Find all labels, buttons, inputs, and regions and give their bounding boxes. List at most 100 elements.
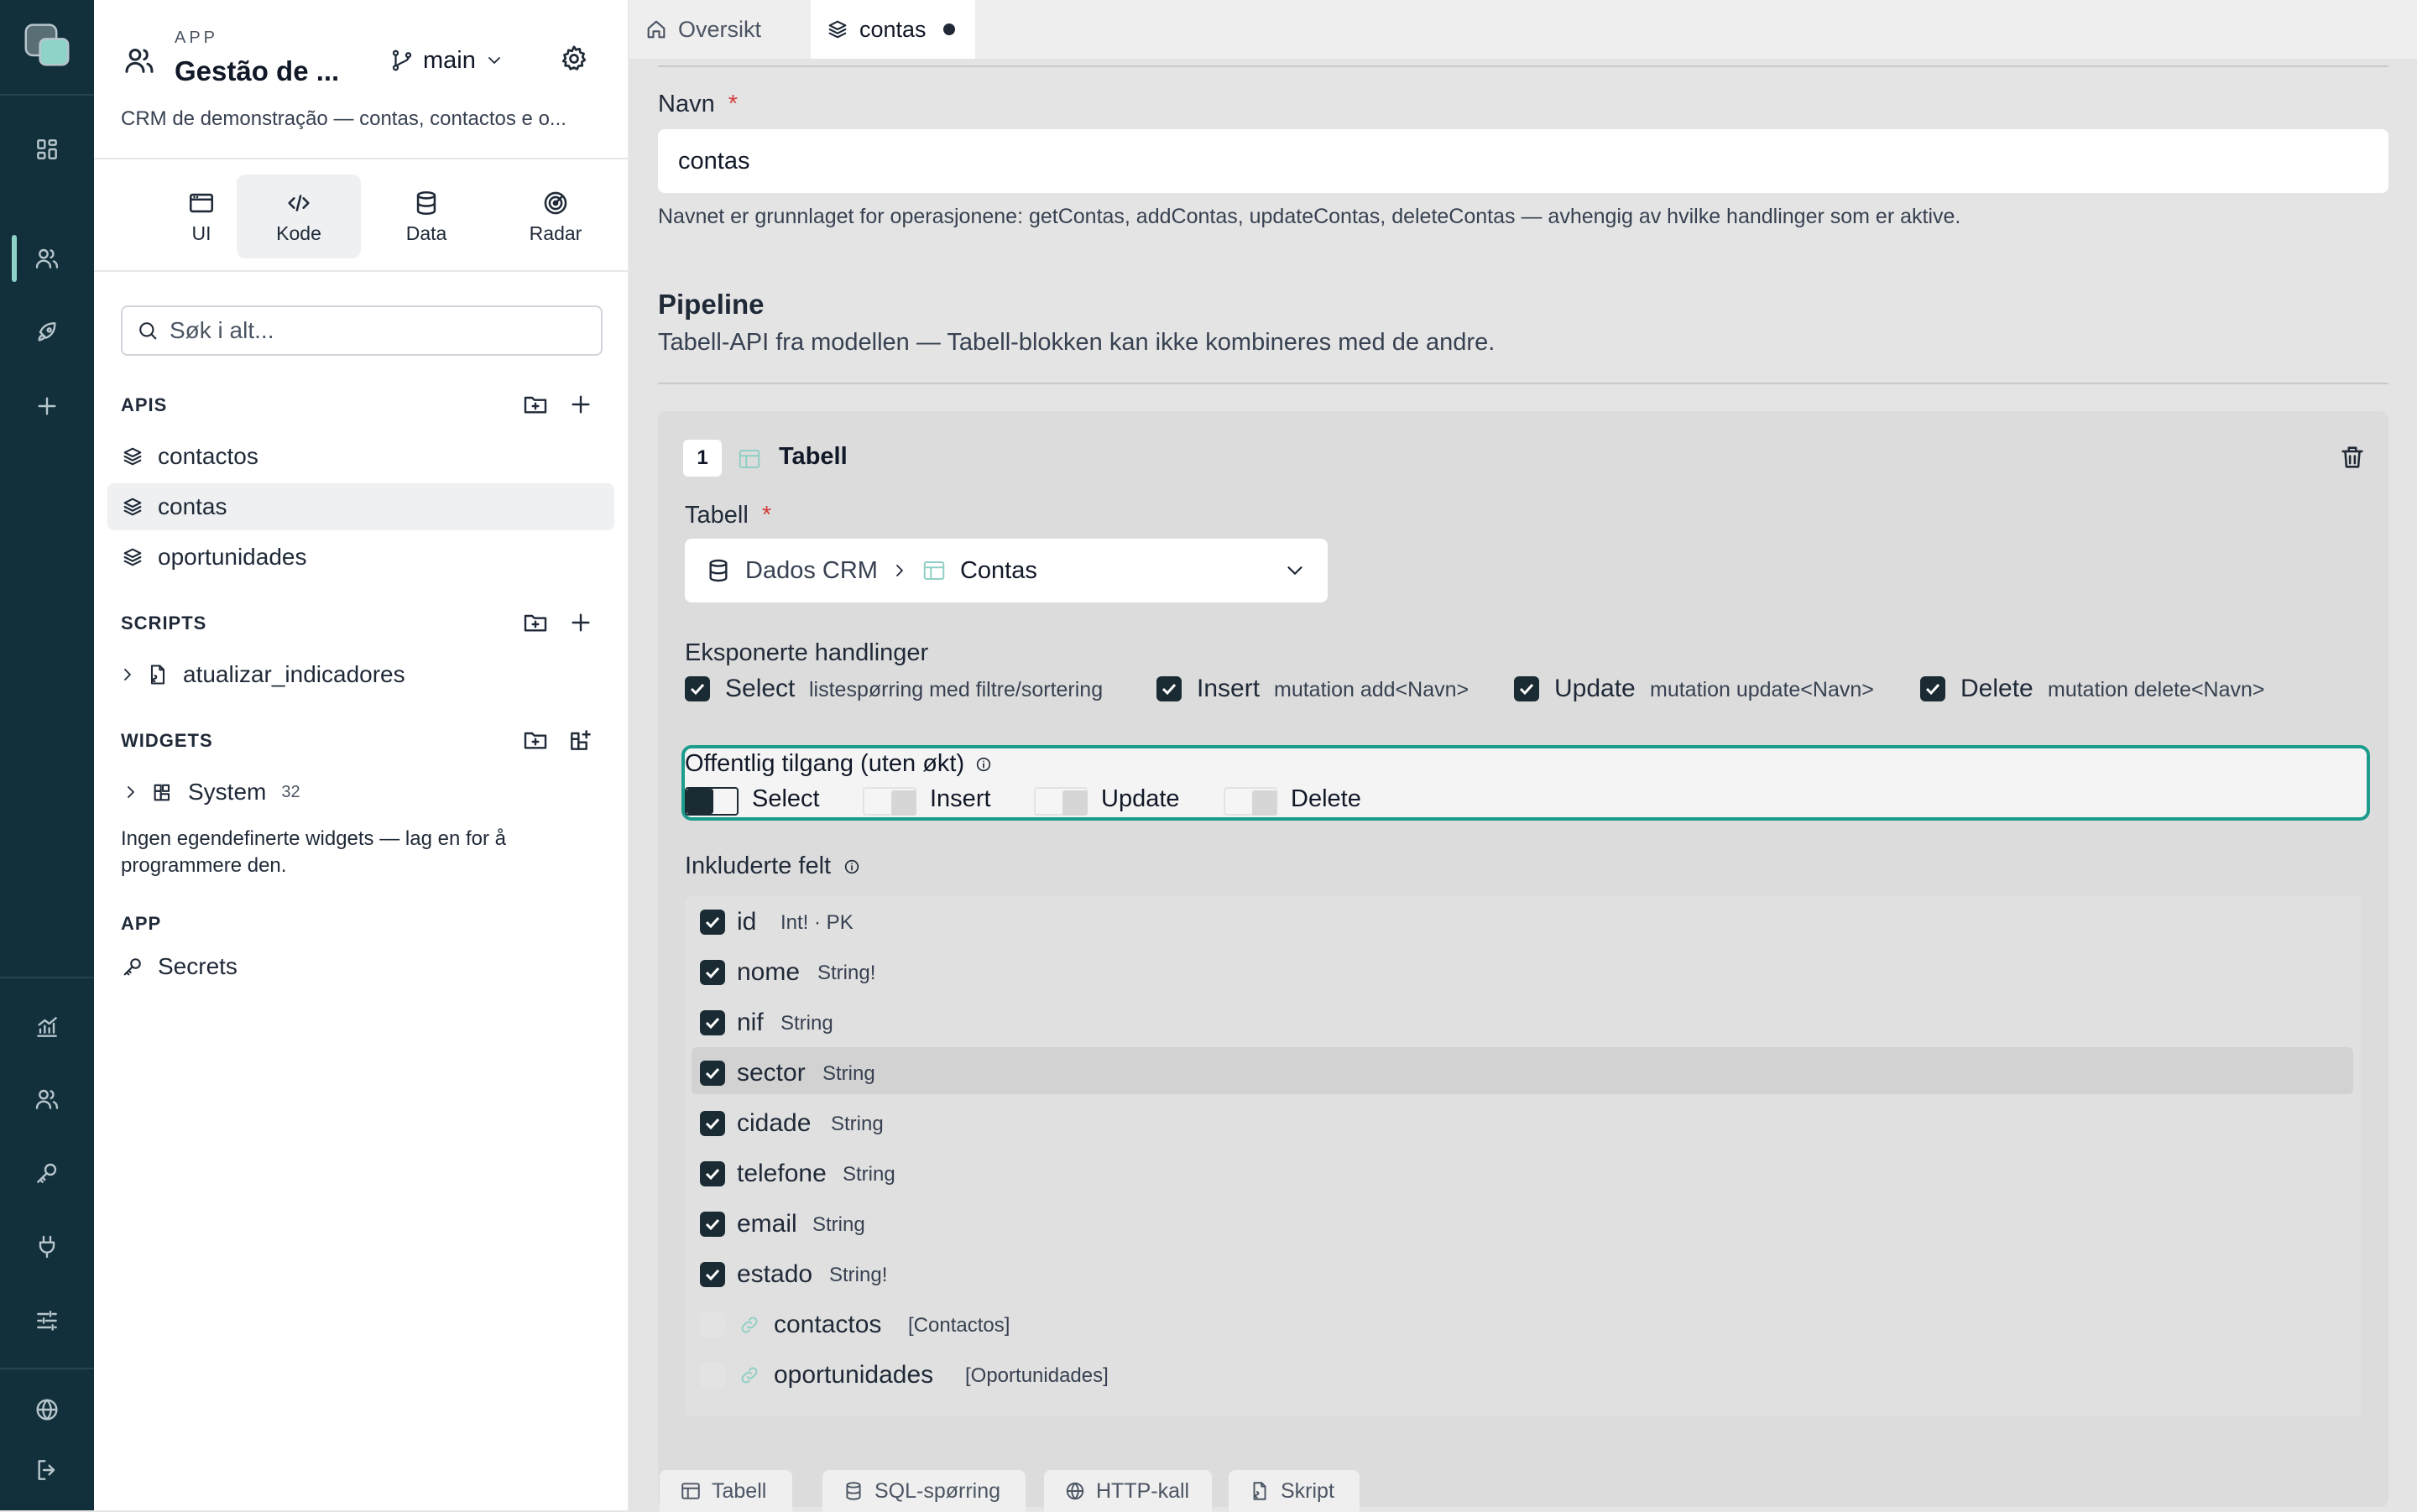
widget-group-label: System: [188, 779, 267, 805]
relation-name: contactos: [774, 1311, 882, 1338]
mode-radar[interactable]: Radar: [493, 175, 618, 258]
branch-name: main: [423, 46, 476, 74]
add-block-skript[interactable]: Skript: [1229, 1470, 1360, 1512]
checkbox-update[interactable]: [1514, 676, 1539, 701]
fields-label: Inkluderte felt: [685, 852, 861, 880]
globe-icon[interactable]: [23, 1386, 70, 1433]
toggle-public-select[interactable]: [685, 787, 739, 816]
key-icon[interactable]: [23, 1150, 70, 1197]
relation-type: [Oportunidades]: [965, 1364, 1109, 1387]
chevron-down-icon: [488, 57, 500, 64]
chevron-down-icon: [1287, 566, 1302, 575]
radar-icon: [544, 191, 567, 214]
field-name: sector: [737, 1059, 806, 1087]
chevron-right-icon[interactable]: [117, 665, 138, 685]
rocket-icon[interactable]: [23, 309, 70, 356]
gear-icon[interactable]: [559, 44, 589, 74]
rail-active-indicator: [12, 235, 17, 282]
analytics-icon[interactable]: [23, 1004, 70, 1051]
dashboard-icon[interactable]: [23, 126, 70, 173]
nav-rail: [0, 0, 94, 1510]
chevron-right-icon[interactable]: [121, 782, 141, 802]
mode-data[interactable]: Data: [364, 175, 488, 258]
action-desc: mutation update<Navn>: [1650, 678, 1874, 701]
field-checkbox[interactable]: [700, 1262, 725, 1287]
mode-kode[interactable]: Kode: [237, 175, 361, 258]
action-name: Select: [725, 675, 796, 702]
window-icon: [189, 193, 214, 212]
table-icon: [681, 1483, 700, 1499]
field-checkbox[interactable]: [700, 1061, 725, 1086]
toggle-label: Update: [1101, 785, 1180, 812]
script-item-atualizar-indicadores[interactable]: atualizar_indicadores: [107, 651, 614, 698]
search-input[interactable]: Søk i alt...: [170, 317, 274, 344]
check-icon: [705, 1017, 720, 1030]
name-input-value[interactable]: contas: [678, 148, 749, 175]
public-access-label: Offentlig tilgang (uten økt): [685, 750, 993, 778]
api-item-contactos[interactable]: contactos: [107, 433, 614, 480]
field-checkbox[interactable]: [700, 1010, 725, 1035]
toggle-label: Insert: [930, 785, 991, 812]
toggle-public-insert[interactable]: [863, 787, 916, 816]
relation-checkbox-disabled: [700, 1363, 725, 1388]
field-checkbox[interactable]: [700, 1111, 725, 1136]
field-checkbox[interactable]: [700, 960, 725, 985]
check-icon: [705, 916, 720, 929]
new-folder-icon[interactable]: [522, 391, 549, 418]
divider: [94, 158, 628, 159]
key-icon: [123, 958, 141, 976]
new-folder-icon[interactable]: [522, 609, 549, 636]
add-block-http[interactable]: HTTP-kall: [1044, 1470, 1212, 1512]
tab-contas[interactable]: contas: [811, 0, 975, 59]
toggle-public-update[interactable]: [1034, 787, 1088, 816]
field-checkbox[interactable]: [700, 1161, 725, 1186]
public-access-group: Offentlig tilgang (uten økt) Select Inse…: [681, 745, 2370, 821]
section-title-app: APP: [121, 913, 162, 934]
info-icon[interactable]: [843, 858, 861, 876]
link-icon: [741, 1316, 758, 1333]
widget-group-system[interactable]: System 32: [107, 769, 614, 816]
add-icon[interactable]: [567, 391, 594, 418]
checkbox-delete[interactable]: [1920, 676, 1945, 701]
users-icon[interactable]: [23, 1076, 70, 1123]
table-select[interactable]: Dados CRM Contas: [685, 539, 1328, 602]
users-icon[interactable]: [23, 235, 70, 282]
mode-label: Radar: [529, 222, 582, 244]
add-icon[interactable]: [23, 383, 70, 430]
add-widget-icon[interactable]: [567, 727, 594, 753]
pipeline-description: Tabell-API fra modellen — Tabell-blokken…: [658, 329, 1496, 356]
add-icon[interactable]: [567, 609, 594, 636]
check-icon: [705, 1118, 720, 1130]
api-item-oportunidades[interactable]: oportunidades: [107, 534, 614, 581]
add-block-label: Skript: [1281, 1478, 1334, 1503]
name-input[interactable]: contas: [658, 129, 2388, 193]
check-icon: [1925, 683, 1940, 696]
field-name: estado: [737, 1260, 813, 1288]
branch-selector[interactable]: main: [389, 42, 504, 79]
search-field[interactable]: Søk i alt...: [121, 305, 603, 356]
name-help-text: Navnet er grunnlaget for operasjonene: g…: [658, 205, 1961, 228]
checkbox-select[interactable]: [685, 676, 710, 701]
add-block-tabell[interactable]: Tabell: [660, 1470, 792, 1512]
new-folder-icon[interactable]: [522, 727, 549, 753]
info-icon[interactable]: [974, 755, 993, 774]
checkbox-insert[interactable]: [1156, 676, 1182, 701]
add-block-sql[interactable]: SQL-spørring: [822, 1470, 1026, 1512]
name-label-text: Navn: [658, 91, 715, 117]
toggle-public-delete[interactable]: [1224, 787, 1277, 816]
app-logo[interactable]: [23, 20, 70, 67]
action-desc: listespørring med filtre/sortering: [809, 678, 1104, 701]
api-item-contas[interactable]: contas: [107, 483, 614, 530]
trash-icon[interactable]: [2338, 443, 2367, 472]
relation-checkbox-disabled: [700, 1312, 725, 1337]
sliders-icon[interactable]: [23, 1297, 70, 1344]
logout-icon[interactable]: [23, 1447, 70, 1494]
tab-oversikt[interactable]: Oversikt: [645, 0, 761, 59]
plug-icon[interactable]: [23, 1223, 70, 1270]
field-checkbox[interactable]: [700, 910, 725, 935]
app-item-secrets[interactable]: Secrets: [107, 943, 614, 990]
check-icon: [1162, 683, 1177, 696]
mode-label: Data: [405, 222, 447, 244]
field-checkbox[interactable]: [700, 1212, 725, 1237]
field-type: String!: [817, 962, 876, 984]
